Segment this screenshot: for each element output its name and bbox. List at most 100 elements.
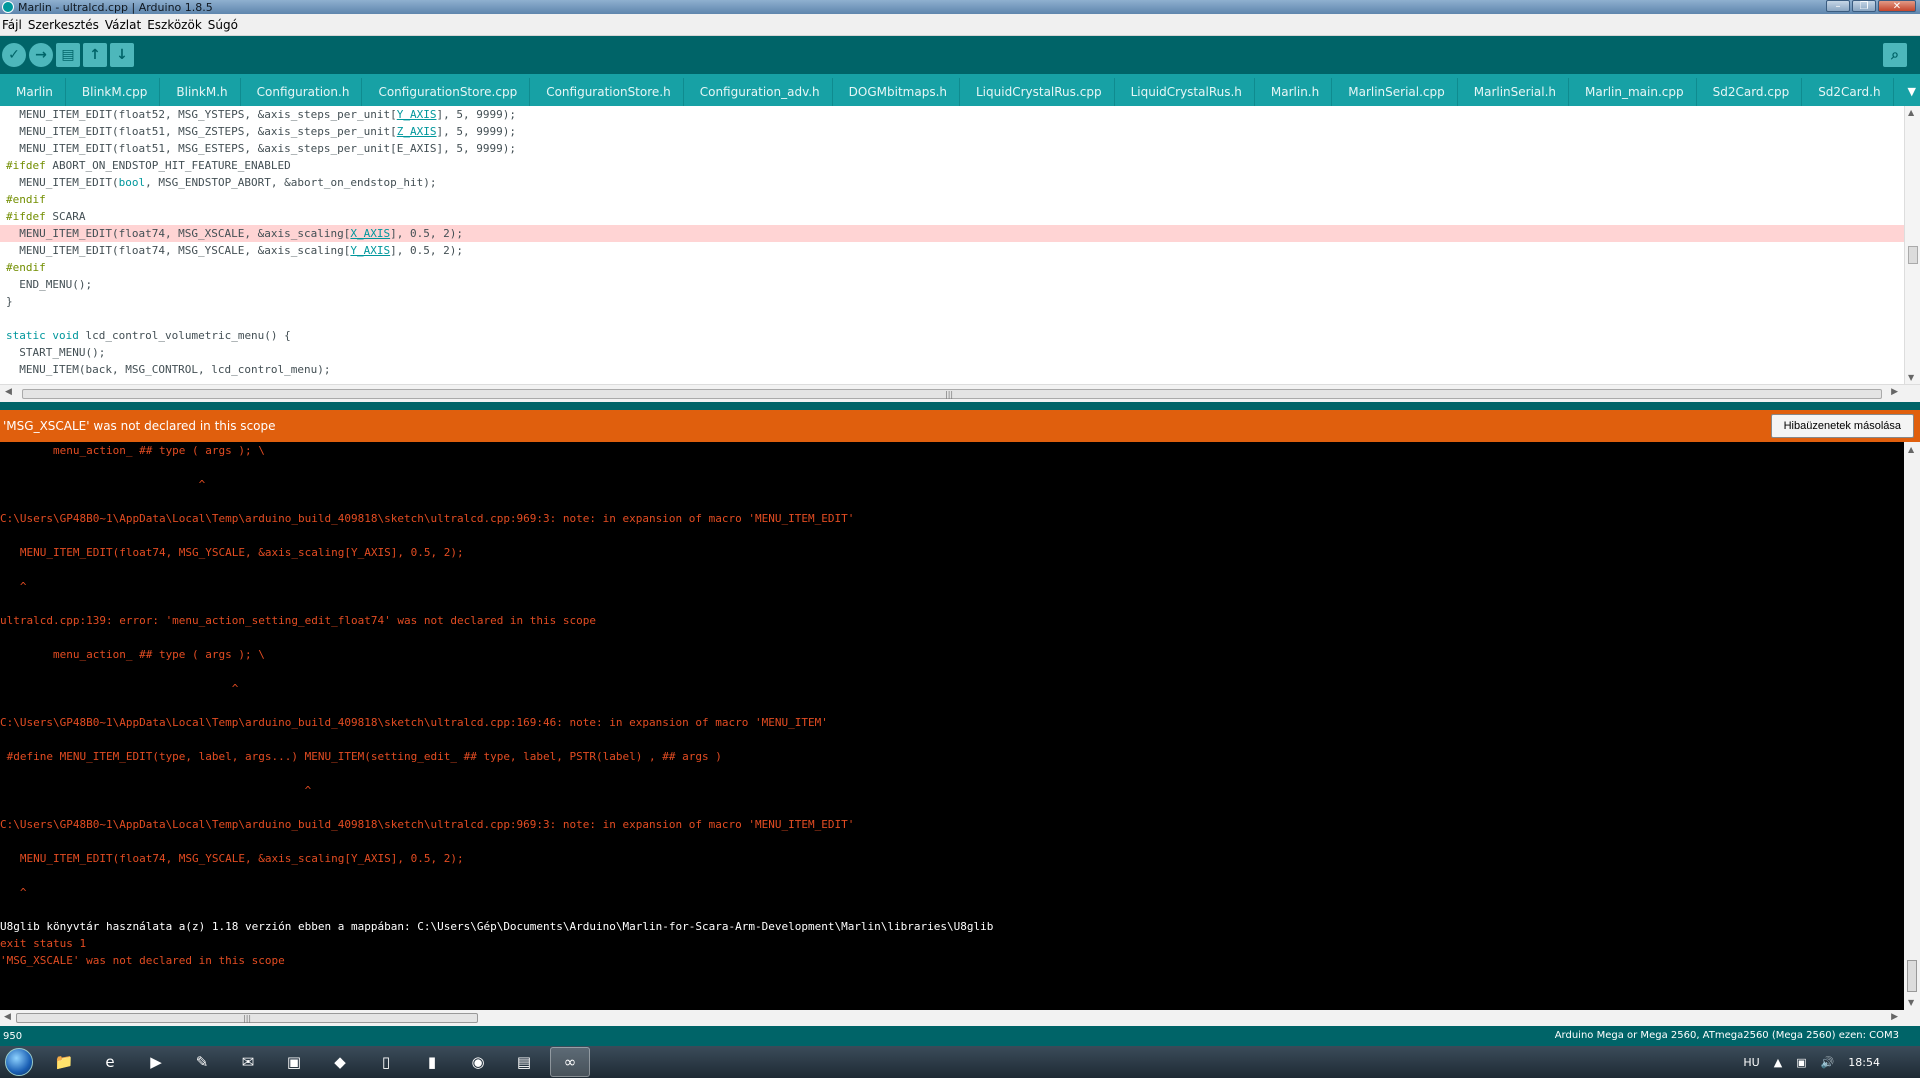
code-line: #ifdef SCARA xyxy=(0,208,1920,225)
tab-file[interactable]: ConfigurationStore.h xyxy=(534,78,684,106)
code-token: #ifdef xyxy=(6,210,46,223)
code-token: Z_AXIS xyxy=(396,125,437,138)
tab-overflow-chevron-down-icon[interactable]: ▼ xyxy=(1903,78,1920,106)
tab-file[interactable]: DOGMbitmaps.h xyxy=(836,78,960,106)
console-line: ^ xyxy=(0,682,239,695)
close-button[interactable]: ✕ xyxy=(1878,0,1916,12)
menu-help[interactable]: Súgó xyxy=(208,18,242,32)
tab-file[interactable]: ConfigurationStore.cpp xyxy=(366,78,531,106)
tab-file[interactable]: Marlin_main.cpp xyxy=(1573,78,1697,106)
mail-icon[interactable]: ✉ xyxy=(228,1047,268,1077)
open-button[interactable]: ↑ xyxy=(83,43,107,67)
code-line: MENU_ITEM(back, MSG_CONTROL, lcd_control… xyxy=(0,361,1920,378)
volume-icon[interactable]: 🔊 xyxy=(1821,1056,1835,1069)
code-token: ], 5, 9999); xyxy=(436,108,516,121)
tab-file[interactable]: MarlinSerial.cpp xyxy=(1336,78,1458,106)
paint-icon[interactable]: ✎ xyxy=(182,1047,222,1077)
tab-file[interactable]: Marlin xyxy=(4,78,66,106)
code-line: MENU_ITEM_EDIT(float74, MSG_YSCALE, &axi… xyxy=(0,242,1920,259)
console-line: U8glib könyvtár használata a(z) 1.18 ver… xyxy=(0,920,994,933)
code-token: MENU_ITEM(back, MSG_CONTROL, lcd_control… xyxy=(6,363,331,376)
copy-error-messages-button[interactable]: Hibaüzenetek másolása xyxy=(1770,414,1914,438)
start-button[interactable] xyxy=(0,1046,38,1078)
tab-file[interactable]: Sd2Card.cpp xyxy=(1700,78,1803,106)
console-line: 'MSG_XSCALE' was not declared in this sc… xyxy=(0,954,285,967)
scroll-left-icon[interactable]: ◀ xyxy=(4,1012,11,1022)
arduino-icon[interactable]: ∞ xyxy=(550,1047,590,1077)
tab-file[interactable]: BlinkM.h xyxy=(164,78,241,106)
code-token: MENU_ITEM_EDIT(float52, MSG_YSTEPS, &axi… xyxy=(6,108,397,121)
editor-horizontal-scrollbar[interactable]: ◀ ||| ▶ xyxy=(0,384,1920,402)
code-line: MENU_ITEM_EDIT(float52, MSG_YSTEPS, &axi… xyxy=(0,106,1920,123)
code-line-error: MENU_ITEM_EDIT(float74, MSG_XSCALE, &axi… xyxy=(0,225,1920,242)
tab-file[interactable]: LiquidCrystalRus.h xyxy=(1118,78,1255,106)
chrome-icon[interactable]: ◉ xyxy=(458,1047,498,1077)
document-icon[interactable]: ▯ xyxy=(366,1047,406,1077)
menu-tools[interactable]: Eszközök xyxy=(147,18,206,32)
console-output[interactable]: menu_action_ ## type ( args ); \ ^ C:\Use… xyxy=(0,442,1904,1010)
menu-file[interactable]: Fájl xyxy=(2,18,26,32)
file-tabs: Marlin BlinkM.cpp BlinkM.h Configuration.h C… xyxy=(0,74,1920,106)
menu-edit[interactable]: Szerkesztés xyxy=(28,18,103,32)
explorer-icon[interactable]: 📁 xyxy=(44,1047,84,1077)
media-player-icon[interactable]: ▶ xyxy=(136,1047,176,1077)
code-token: Y_AXIS xyxy=(350,244,391,257)
tab-file[interactable]: Configuration.h xyxy=(244,78,363,106)
console-line: menu_action_ ## type ( args ); \ xyxy=(0,648,265,661)
clock[interactable]: 18:54 xyxy=(1848,1056,1880,1069)
antivirus-icon[interactable]: ◆ xyxy=(320,1047,360,1077)
scroll-down-icon[interactable]: ▼ xyxy=(1908,373,1914,382)
error-message: 'MSG_XSCALE' was not declared in this sc… xyxy=(3,419,276,433)
internet-explorer-icon[interactable]: e xyxy=(90,1047,130,1077)
arrow-right-icon: → xyxy=(35,47,47,63)
window-controls: – ❐ ✕ xyxy=(1826,0,1916,12)
console-horizontal-scrollbar[interactable]: ◀ ||| ▶ xyxy=(0,1010,1920,1026)
verify-button[interactable]: ✓ xyxy=(2,43,26,67)
scroll-left-icon[interactable]: ◀ xyxy=(5,387,12,397)
scroll-right-icon[interactable]: ▶ xyxy=(1891,1012,1898,1022)
code-editor[interactable]: MENU_ITEM_EDIT(float52, MSG_YSTEPS, &axi… xyxy=(0,106,1920,384)
upload-button[interactable]: → xyxy=(29,43,53,67)
magnifier-icon: ⌕ xyxy=(1891,47,1899,63)
tray-expand-icon[interactable]: ▲ xyxy=(1774,1056,1782,1069)
tab-file[interactable]: Configuration_adv.h xyxy=(687,78,833,106)
scroll-down-icon[interactable]: ▼ xyxy=(1908,998,1914,1007)
console-line: C:\Users\GP48B0~1\AppData\Local\Temp\ard… xyxy=(0,818,855,831)
language-indicator[interactable]: HU xyxy=(1743,1056,1759,1069)
save-button[interactable]: ↓ xyxy=(110,43,134,67)
new-button[interactable]: ▤ xyxy=(56,43,80,67)
serial-monitor-button[interactable]: ⌕ xyxy=(1883,43,1907,67)
menu-sketch[interactable]: Vázlat xyxy=(105,18,145,32)
scroll-up-icon[interactable]: ▲ xyxy=(1908,445,1914,454)
save-disk-icon[interactable]: ▣ xyxy=(274,1047,314,1077)
network-icon[interactable]: ▣ xyxy=(1796,1056,1806,1069)
system-tray: HU ▲ ▣ 🔊 18:54 xyxy=(1743,1046,1920,1078)
editor-vertical-scrollbar[interactable]: ▲ ▼ xyxy=(1904,106,1920,384)
tab-file[interactable]: BlinkM.cpp xyxy=(69,78,161,106)
tab-file[interactable]: LiquidCrystalRus.cpp xyxy=(964,78,1115,106)
scroll-up-icon[interactable]: ▲ xyxy=(1908,108,1914,117)
splitter[interactable] xyxy=(0,402,1920,410)
new-file-icon: ▤ xyxy=(61,47,75,63)
console-vertical-scrollbar[interactable]: ▲ ▼ xyxy=(1904,442,1920,1010)
console-line: exit status 1 xyxy=(0,937,87,950)
code-token: MENU_ITEM_EDIT(float74, MSG_XSCALE, &axi… xyxy=(6,227,351,240)
notepad-icon[interactable]: ▤ xyxy=(504,1047,544,1077)
tab-file[interactable]: Sd2Card.h xyxy=(1806,78,1894,106)
minimize-button[interactable]: – xyxy=(1826,0,1850,12)
archive-icon[interactable]: ▮ xyxy=(412,1047,452,1077)
code-token: MENU_ITEM_EDIT( xyxy=(6,176,119,189)
tab-file[interactable]: Marlin.h xyxy=(1258,78,1333,106)
code-line: } xyxy=(0,293,1920,310)
scroll-thumb[interactable] xyxy=(1908,246,1918,264)
maximize-button[interactable]: ❐ xyxy=(1852,0,1876,12)
scroll-thumb[interactable] xyxy=(1907,960,1917,992)
tab-file[interactable]: MarlinSerial.h xyxy=(1461,78,1570,106)
code-token: #endif xyxy=(6,261,46,274)
scroll-right-icon[interactable]: ▶ xyxy=(1891,387,1898,397)
